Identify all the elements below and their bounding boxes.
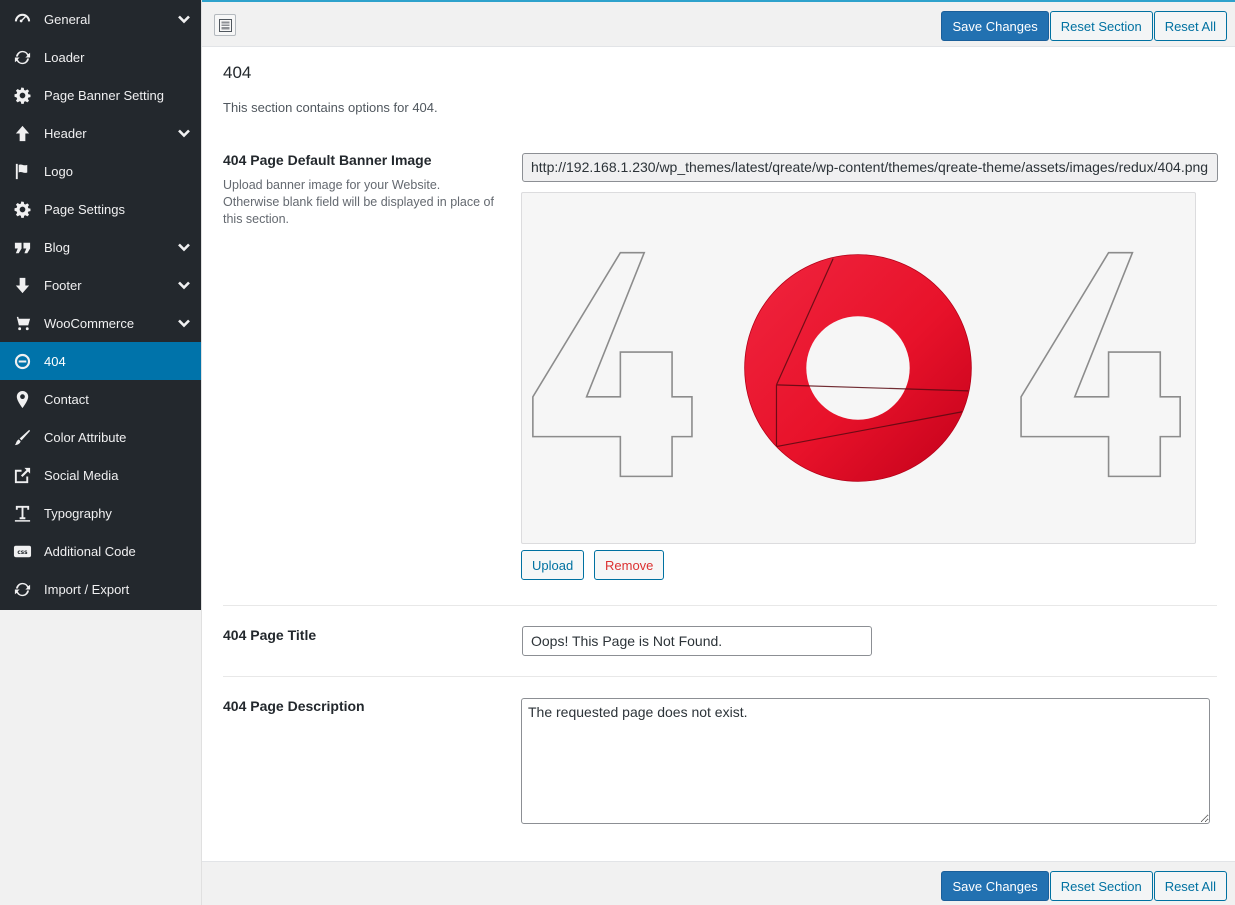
sidebar-item-import-export[interactable]: Import / Export (0, 570, 201, 608)
page-description-field-label: 404 Page Description (223, 698, 365, 714)
reset-all-button[interactable]: Reset All (1153, 11, 1227, 41)
cart-icon (0, 314, 44, 333)
sidebar-item-logo[interactable]: Logo (0, 152, 201, 190)
sidebar-item-social-media[interactable]: Social Media (0, 456, 201, 494)
remove-button[interactable]: Remove (594, 550, 665, 580)
sidebar-item-label: 404 (44, 353, 66, 369)
sidebar-item-general[interactable]: General (0, 0, 201, 38)
banner-url-field[interactable]: http://192.168.1.230/wp_themes/latest/qr… (522, 153, 1218, 182)
chevron-down-icon[interactable] (177, 278, 191, 292)
sidebar-item-page-banner-setting[interactable]: Page Banner Setting (0, 76, 201, 114)
sidebar-item-header[interactable]: Header (0, 114, 201, 152)
chevron-down-icon[interactable] (177, 126, 191, 140)
section-description: This section contains options for 404. (223, 100, 438, 115)
sidebar-item-label: Loader (44, 49, 85, 65)
text-icon (0, 504, 44, 523)
refresh-icon (0, 580, 44, 599)
sidebar-item-label: Import / Export (44, 581, 130, 597)
404-illustration (532, 251, 1181, 482)
page-title-field-label: 404 Page Title (223, 627, 317, 643)
sidebar-item-label: Additional Code (44, 543, 136, 559)
share-icon (0, 466, 44, 485)
sidebar-item-loader[interactable]: Loader (0, 38, 201, 76)
right-four-outline (1020, 251, 1181, 478)
sidebar-item-label: Contact (44, 391, 89, 407)
banner-image-preview (521, 192, 1196, 544)
arrow-down-icon (0, 276, 44, 295)
banner-field-label: 404 Page Default Banner Image (223, 152, 432, 168)
layout-icon (218, 18, 232, 32)
refresh-icon (0, 48, 44, 67)
sidebar-item-typography[interactable]: Typography (0, 494, 201, 532)
sidebar-item-label: Page Settings (44, 201, 125, 217)
upload-button[interactable]: Upload (521, 550, 585, 580)
sidebar-item-blog[interactable]: Blog (0, 228, 201, 266)
sidebar-item-page-settings[interactable]: Page Settings (0, 190, 201, 228)
bottom-button-group: Save Changes Reset Section Reset All (940, 871, 1227, 901)
sidebar-item-footer[interactable]: Footer (0, 266, 201, 304)
reset-all-button[interactable]: Reset All (1153, 871, 1227, 901)
gear-icon (0, 86, 44, 105)
dashboard-icon (0, 10, 44, 29)
sidebar-item-label: Typography (44, 505, 112, 521)
top-toolbar: Save Changes Reset Section Reset All (202, 0, 1235, 47)
svg-text:css: css (17, 549, 28, 555)
minus-circle-icon (0, 352, 44, 371)
brush-icon (0, 428, 44, 447)
main-panel: Save Changes Reset Section Reset All 404… (201, 0, 1235, 905)
chevron-down-icon[interactable] (177, 12, 191, 26)
page-title-input[interactable] (522, 626, 872, 656)
save-changes-button[interactable]: Save Changes (941, 871, 1049, 901)
sidebar-item-label: Logo (44, 163, 73, 179)
chevron-down-icon[interactable] (177, 316, 191, 330)
sidebar-item-label: Social Media (44, 467, 119, 483)
sidebar-item-color-attribute[interactable]: Color Attribute (0, 418, 201, 456)
sidebar-item-additional-code[interactable]: css Additional Code (0, 532, 201, 570)
gear-icon (0, 200, 44, 219)
top-button-group: Save Changes Reset Section Reset All (940, 11, 1227, 41)
quote-icon (0, 238, 44, 257)
left-four-outline (532, 251, 693, 478)
arrow-up-icon (0, 124, 44, 143)
sidebar: General Loader Page Banner Setting Header Lo… (0, 0, 201, 610)
layout-toggle-button[interactable] (214, 14, 236, 36)
reset-section-button[interactable]: Reset Section (1049, 11, 1153, 41)
sidebar-item-label: Color Attribute (44, 429, 127, 445)
page-description-textarea[interactable]: The requested page does not exist. (521, 698, 1210, 824)
sidebar-item-404[interactable]: 404 (0, 342, 201, 380)
location-pin-icon (0, 390, 44, 409)
field-divider (223, 676, 1217, 677)
sidebar-item-label: Page Banner Setting (44, 87, 164, 103)
sidebar-item-contact[interactable]: Contact (0, 380, 201, 418)
chevron-down-icon[interactable] (177, 240, 191, 254)
field-divider (223, 605, 1217, 606)
banner-field-subtitle: Upload banner image for your Website. Ot… (223, 178, 494, 226)
css-icon: css (0, 542, 44, 561)
section-title: 404 (223, 63, 252, 82)
flag-icon (0, 162, 44, 181)
bottom-toolbar: Save Changes Reset Section Reset All (202, 861, 1235, 905)
save-changes-button[interactable]: Save Changes (941, 11, 1049, 41)
sidebar-item-woocommerce[interactable]: WooCommerce (0, 304, 201, 342)
reset-section-button[interactable]: Reset Section (1049, 871, 1153, 901)
